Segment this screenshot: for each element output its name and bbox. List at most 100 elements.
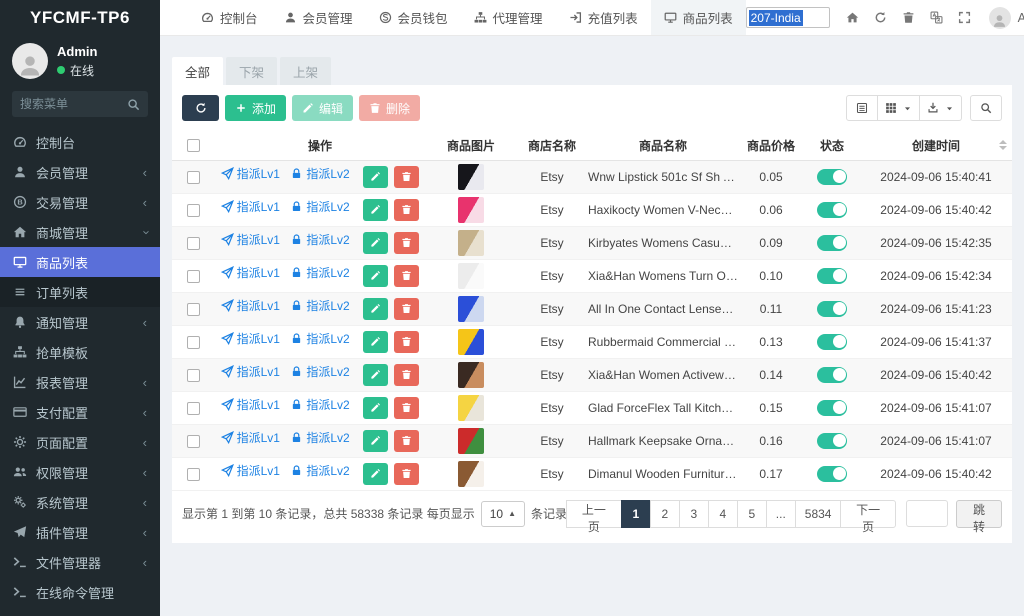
row-delete-button[interactable] (394, 199, 419, 221)
sidebar-item[interactable]: 系统管理 (0, 487, 160, 517)
row-delete-button[interactable] (394, 397, 419, 419)
assign-lv2-link[interactable]: 指派Lv2 (290, 462, 349, 479)
product-image[interactable] (458, 428, 484, 454)
status-toggle[interactable] (817, 367, 847, 383)
sidebar-item[interactable]: 权限管理 (0, 457, 160, 487)
row-edit-button[interactable] (363, 331, 388, 353)
assign-lv1-link[interactable]: 指派Lv1 (221, 198, 280, 215)
sidebar-item[interactable]: 通知管理 (0, 307, 160, 337)
jump-button[interactable]: 跳转 (956, 500, 1002, 528)
assign-lv1-link[interactable]: 指派Lv1 (221, 264, 280, 281)
menu-search-input[interactable] (20, 97, 127, 111)
sidebar-item[interactable]: 页面配置 (0, 427, 160, 457)
sidebar-item[interactable]: 商品列表 (0, 247, 160, 277)
row-edit-button[interactable] (363, 430, 388, 452)
page-button[interactable]: 2 (650, 500, 680, 528)
row-delete-button[interactable] (394, 331, 419, 353)
status-toggle[interactable] (817, 433, 847, 449)
assign-lv2-link[interactable]: 指派Lv2 (290, 264, 349, 281)
status-toggle[interactable] (817, 235, 847, 251)
jump-page-input[interactable] (906, 500, 948, 527)
row-edit-button[interactable] (363, 397, 388, 419)
row-edit-button[interactable] (363, 364, 388, 386)
page-button[interactable]: 5834 (795, 500, 842, 528)
clear-cache-trash-icon[interactable] (902, 11, 916, 25)
topbar-tab[interactable]: 商品列表 (651, 0, 746, 35)
row-delete-button[interactable] (394, 463, 419, 485)
assign-lv2-link[interactable]: 指派Lv2 (290, 396, 349, 413)
quick-input[interactable]: 207-India (746, 7, 830, 28)
fullscreen-icon[interactable] (958, 11, 972, 25)
product-image[interactable] (458, 164, 484, 190)
sidebar-item[interactable]: 报表管理 (0, 367, 160, 397)
filter-tab[interactable]: 全部 (172, 57, 223, 85)
status-toggle[interactable] (817, 466, 847, 482)
export-button[interactable] (920, 95, 962, 121)
row-delete-button[interactable] (394, 265, 419, 287)
select-all-checkbox[interactable] (187, 139, 200, 152)
sidebar-item[interactable]: 文件管理器 (0, 547, 160, 577)
filter-tab[interactable]: 上架 (280, 57, 331, 85)
status-toggle[interactable] (817, 400, 847, 416)
assign-lv2-link[interactable]: 指派Lv2 (290, 297, 349, 314)
product-image[interactable] (458, 230, 484, 256)
topbar-tab[interactable]: 代理管理 (461, 0, 556, 35)
page-button[interactable]: 4 (708, 500, 738, 528)
assign-lv1-link[interactable]: 指派Lv1 (221, 231, 280, 248)
row-checkbox[interactable] (187, 171, 200, 184)
assign-lv1-link[interactable]: 指派Lv1 (221, 165, 280, 182)
sidebar-item[interactable]: 插件管理 (0, 517, 160, 547)
row-edit-button[interactable] (363, 199, 388, 221)
sidebar-item[interactable]: 会员管理 (0, 157, 160, 187)
row-checkbox[interactable] (187, 435, 200, 448)
topbar-tab[interactable]: 会员钱包 (366, 0, 461, 35)
status-toggle[interactable] (817, 301, 847, 317)
row-edit-button[interactable] (363, 166, 388, 188)
assign-lv2-link[interactable]: 指派Lv2 (290, 231, 349, 248)
row-checkbox[interactable] (187, 303, 200, 316)
page-button[interactable]: 5 (737, 500, 767, 528)
refresh-icon[interactable] (874, 11, 888, 25)
filter-tab[interactable]: 下架 (226, 57, 277, 85)
sidebar-item[interactable]: B 交易管理 (0, 187, 160, 217)
page-button[interactable]: ... (766, 500, 796, 528)
assign-lv1-link[interactable]: 指派Lv1 (221, 363, 280, 380)
assign-lv1-link[interactable]: 指派Lv1 (221, 396, 280, 413)
translate-icon[interactable] (930, 11, 944, 25)
row-delete-button[interactable] (394, 232, 419, 254)
columns-button[interactable] (878, 95, 920, 121)
row-edit-button[interactable] (363, 265, 388, 287)
sidebar-item[interactable]: 订单列表 (0, 277, 160, 307)
status-toggle[interactable] (817, 334, 847, 350)
assign-lv2-link[interactable]: 指派Lv2 (290, 363, 349, 380)
assign-lv2-link[interactable]: 指派Lv2 (290, 198, 349, 215)
product-image[interactable] (458, 461, 484, 487)
column-header-time[interactable]: 创建时间 (860, 131, 1012, 160)
edit-button[interactable]: 编辑 (292, 95, 353, 121)
row-delete-button[interactable] (394, 298, 419, 320)
delete-button[interactable]: 删除 (359, 95, 420, 121)
row-delete-button[interactable] (394, 166, 419, 188)
product-image[interactable] (458, 197, 484, 223)
row-checkbox[interactable] (187, 336, 200, 349)
topbar-tab[interactable]: 会员管理 (271, 0, 366, 35)
add-button[interactable]: 添加 (225, 95, 286, 121)
row-edit-button[interactable] (363, 232, 388, 254)
status-toggle[interactable] (817, 169, 847, 185)
assign-lv1-link[interactable]: 指派Lv1 (221, 429, 280, 446)
page-button[interactable]: 1 (621, 500, 651, 528)
search-icon[interactable] (127, 98, 140, 111)
product-image[interactable] (458, 263, 484, 289)
topbar-tab[interactable]: 控制台 (188, 0, 271, 35)
row-checkbox[interactable] (187, 204, 200, 217)
sort-icon[interactable] (999, 136, 1007, 154)
product-image[interactable] (458, 362, 484, 388)
sidebar-item[interactable]: 在线命令管理 (0, 577, 160, 607)
row-edit-button[interactable] (363, 298, 388, 320)
row-delete-button[interactable] (394, 430, 419, 452)
assign-lv2-link[interactable]: 指派Lv2 (290, 165, 349, 182)
row-checkbox[interactable] (187, 402, 200, 415)
row-checkbox[interactable] (187, 270, 200, 283)
sidebar-item[interactable]: 控制台 (0, 127, 160, 157)
page-button[interactable]: 下一页 (840, 500, 896, 528)
